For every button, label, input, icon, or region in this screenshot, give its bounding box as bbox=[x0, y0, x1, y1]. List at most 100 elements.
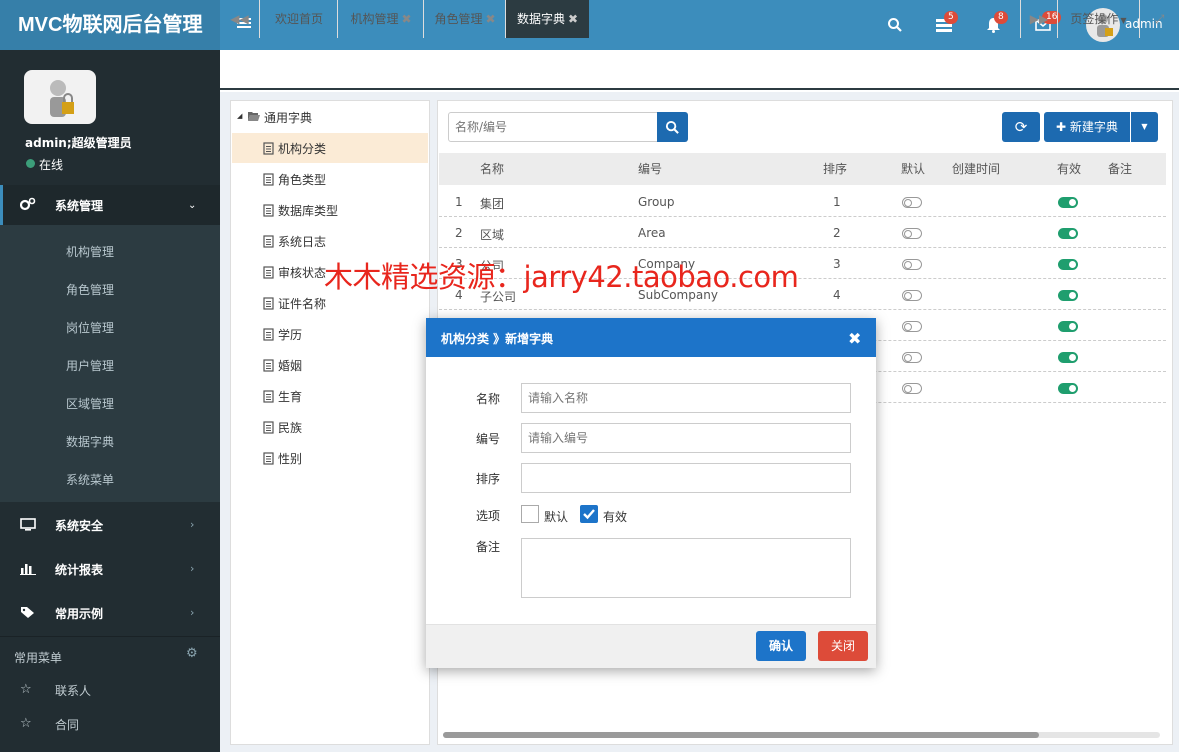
common-menu-header: 常用菜单 bbox=[14, 651, 63, 665]
default-checkbox[interactable] bbox=[521, 505, 539, 523]
name-input[interactable] bbox=[521, 383, 851, 413]
table-row[interactable] bbox=[439, 186, 1166, 217]
tree-item[interactable]: 性别 bbox=[278, 450, 302, 467]
cell-name: 区域 bbox=[480, 228, 505, 242]
chevron-right-icon: › bbox=[190, 518, 195, 531]
star-icon: ☆ bbox=[20, 682, 32, 697]
tab-role[interactable]: 角色管理 ✖ bbox=[425, 0, 506, 38]
submenu-org[interactable]: 机构管理 bbox=[66, 243, 114, 260]
menu-system-management-label: 系统管理 bbox=[55, 199, 104, 213]
fullscreen-icon[interactable]: ⤢ bbox=[1140, 0, 1179, 38]
horizontal-scrollbar[interactable] bbox=[443, 732, 1160, 738]
gear-icon[interactable]: ⚙ bbox=[186, 646, 198, 661]
new-dict-dropdown-toggle[interactable]: ▼ bbox=[1131, 112, 1158, 142]
close-icon[interactable]: ✖ bbox=[485, 12, 495, 26]
row-number: 1 bbox=[455, 195, 463, 209]
default-toggle-off[interactable] bbox=[902, 383, 922, 394]
menu-examples[interactable]: 常用示例 bbox=[55, 605, 103, 622]
col-remark[interactable]: 备注 bbox=[1108, 160, 1132, 177]
scrollbar-thumb[interactable] bbox=[443, 732, 1039, 738]
new-dict-button[interactable]: ✚ 新建字典 bbox=[1044, 112, 1130, 142]
tree-item[interactable]: 机构分类 bbox=[278, 140, 326, 157]
tree-item[interactable]: 婚姻 bbox=[278, 357, 302, 374]
tab-home[interactable]: 欢迎首页 bbox=[261, 0, 338, 38]
default-toggle-off[interactable] bbox=[902, 352, 922, 363]
tree-item[interactable]: 数据库类型 bbox=[278, 202, 338, 219]
search-button[interactable] bbox=[657, 112, 688, 142]
menu-contract[interactable]: 合同 bbox=[55, 716, 79, 733]
sort-input[interactable] bbox=[521, 463, 851, 493]
chevron-down-icon: ⌄ bbox=[188, 200, 197, 211]
submenu-dict[interactable]: 数据字典 bbox=[66, 433, 114, 450]
table-row[interactable] bbox=[439, 217, 1166, 248]
valid-checkbox-label: 有效 bbox=[603, 510, 628, 524]
tree-item[interactable]: 审核状态 bbox=[278, 264, 326, 281]
col-valid[interactable]: 有效 bbox=[1057, 160, 1081, 177]
user-panel-avatar bbox=[24, 70, 96, 124]
star-icon: ☆ bbox=[20, 716, 32, 731]
valid-toggle-on[interactable] bbox=[1058, 259, 1078, 270]
cell-sort: 1 bbox=[833, 195, 841, 209]
tree-item[interactable]: 证件名称 bbox=[278, 295, 326, 312]
close-icon[interactable]: ✖ bbox=[568, 12, 578, 26]
valid-toggle-on[interactable] bbox=[1058, 290, 1078, 301]
valid-toggle-on[interactable] bbox=[1058, 352, 1078, 363]
modal-footer bbox=[426, 624, 876, 668]
menu-contacts[interactable]: 联系人 bbox=[55, 682, 91, 699]
caret-down-icon[interactable]: ◢ bbox=[237, 112, 242, 120]
caret-down-icon: ▼ bbox=[1120, 16, 1127, 25]
user-panel-name: admin;超级管理员 bbox=[25, 136, 132, 150]
col-sort[interactable]: 排序 bbox=[823, 160, 847, 177]
submenu-menu[interactable]: 系统菜单 bbox=[66, 471, 114, 488]
page-ops-dropdown[interactable]: 页签操作 ▼ bbox=[1058, 0, 1140, 38]
tree-item[interactable]: 生育 bbox=[278, 388, 302, 405]
tab-dict-active[interactable]: 数据字典 ✖ bbox=[506, 0, 589, 38]
valid-checkbox[interactable] bbox=[580, 505, 598, 523]
close-icon[interactable]: ✖ bbox=[401, 12, 411, 26]
default-toggle-off[interactable] bbox=[902, 321, 922, 332]
divider bbox=[0, 636, 220, 637]
valid-toggle-on[interactable] bbox=[1058, 228, 1078, 239]
menu-stats[interactable]: 统计报表 bbox=[55, 561, 103, 578]
submenu-role[interactable]: 角色管理 bbox=[66, 281, 114, 298]
tree-item[interactable]: 民族 bbox=[278, 419, 302, 436]
tab-bar bbox=[220, 50, 1179, 90]
file-text-icon bbox=[263, 328, 274, 344]
tab-scroll-left-button[interactable]: ◀◀ bbox=[220, 0, 260, 38]
submenu-area[interactable]: 区域管理 bbox=[66, 395, 114, 412]
file-text-icon bbox=[263, 142, 274, 158]
tree-item[interactable]: 学历 bbox=[278, 326, 302, 343]
cell-sort: 3 bbox=[833, 257, 841, 271]
page-ops-label: 页签操作 bbox=[1070, 12, 1119, 26]
tree-item[interactable]: 角色类型 bbox=[278, 171, 326, 188]
search-icon[interactable] bbox=[887, 17, 903, 36]
default-toggle-off[interactable] bbox=[902, 228, 922, 239]
submenu-post[interactable]: 岗位管理 bbox=[66, 319, 114, 336]
app-logo[interactable]: MVC物联网后台管理 bbox=[0, 0, 220, 50]
confirm-button[interactable]: 确认 bbox=[756, 631, 806, 661]
search-input[interactable] bbox=[448, 112, 658, 142]
tab-role-label: 角色管理 bbox=[434, 12, 483, 26]
close-button[interactable]: 关闭 bbox=[818, 631, 868, 661]
col-code[interactable]: 编号 bbox=[638, 160, 662, 177]
valid-toggle-on[interactable] bbox=[1058, 197, 1078, 208]
col-created[interactable]: 创建时间 bbox=[952, 160, 1000, 177]
folder-open-icon bbox=[247, 110, 261, 125]
valid-toggle-on[interactable] bbox=[1058, 383, 1078, 394]
default-toggle-off[interactable] bbox=[902, 197, 922, 208]
valid-toggle-on[interactable] bbox=[1058, 321, 1078, 332]
default-toggle-off[interactable] bbox=[902, 290, 922, 301]
default-toggle-off[interactable] bbox=[902, 259, 922, 270]
col-name[interactable]: 名称 bbox=[480, 160, 504, 177]
modal-close-icon[interactable]: ✖ bbox=[848, 329, 861, 348]
tree-item[interactable]: 系统日志 bbox=[278, 233, 326, 250]
code-input[interactable] bbox=[521, 423, 851, 453]
tab-scroll-right-button[interactable]: ▶▶ bbox=[1020, 0, 1058, 38]
tab-org[interactable]: 机构管理 ✖ bbox=[339, 0, 424, 38]
refresh-button[interactable]: ⟳ bbox=[1002, 112, 1040, 142]
tree-root[interactable]: 通用字典 bbox=[264, 109, 312, 126]
col-default[interactable]: 默认 bbox=[901, 160, 925, 177]
menu-security[interactable]: 系统安全 bbox=[55, 517, 103, 534]
submenu-user[interactable]: 用户管理 bbox=[66, 357, 114, 374]
remark-textarea[interactable] bbox=[521, 538, 851, 598]
